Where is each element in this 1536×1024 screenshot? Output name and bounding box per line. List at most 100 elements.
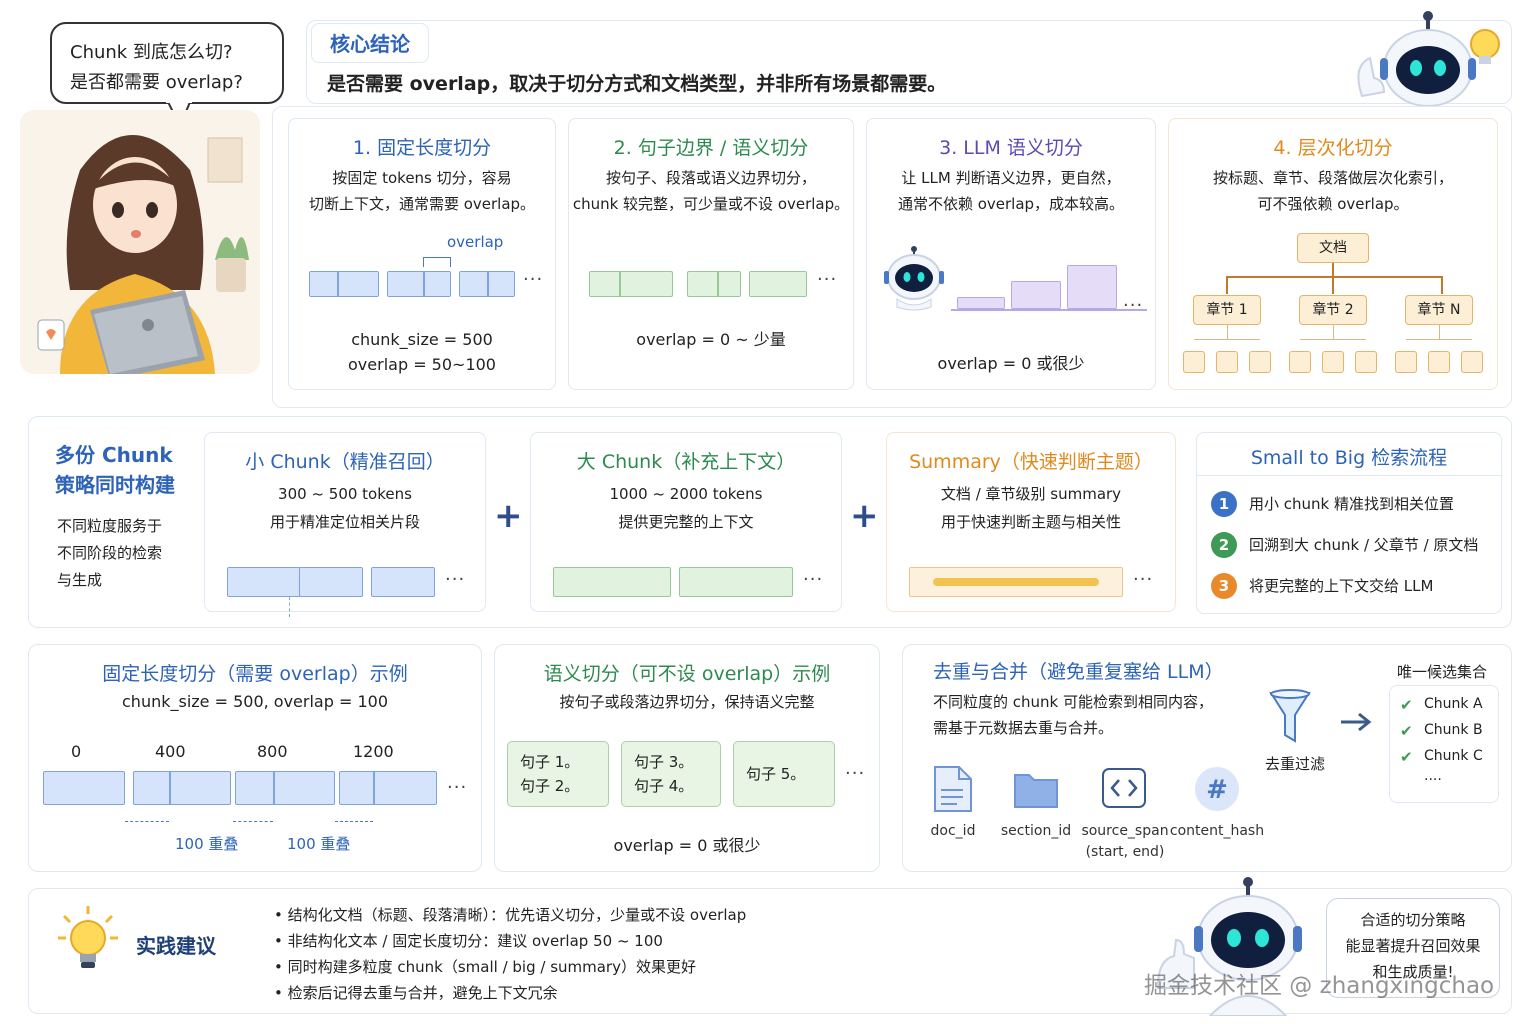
conclusion-tag-label: 核心结论 [330,32,410,56]
overlap-arrow-icon [125,821,169,822]
ellipsis: ··· [447,777,468,798]
param-1: overlap = 0 或很少 [937,354,1085,373]
ellipsis: ··· [445,569,466,590]
method-title: 1. 固定长度切分 [352,137,492,159]
document-icon [934,766,972,812]
ellipsis: ··· [845,763,866,784]
method-desc-2: chunk 较完整，可少量或不设 overlap。 [572,195,850,213]
candidate-item: Chunk B [1424,722,1483,738]
tree-leaf [1322,351,1344,373]
chunk-block [679,567,793,597]
robot-pointing-icon [1357,11,1500,107]
folder-icon [1014,774,1058,808]
step-badge: 1 [1211,491,1237,517]
big-chunk-line-2: 提供更完整的上下文 [618,513,754,531]
big-chunk-card: 大 Chunk（补充上下文） 1000 ~ 2000 tokens 提供更完整的… [530,432,842,612]
chunk-block [749,271,807,297]
method-title: 3. LLM 语义切分 [939,137,1083,159]
practice-item-text: 检索后记得去重与合并，避免上下文冗余 [287,984,558,1002]
method-desc-1: 按标题、章节、段落做层次化索引， [1212,169,1453,187]
lightbulb-icon [58,906,118,968]
ellipsis: ··· [1123,295,1144,316]
fixed-example-panel: 固定长度切分（需要 overlap）示例 chunk_size = 500, o… [28,644,482,872]
method-desc-2: 通常不依赖 overlap，成本较高。 [897,195,1125,213]
icon-label: source_span [1081,823,1169,839]
overlap-label: overlap [447,233,504,251]
multi-desc-1: 不同粒度服务于 [57,517,163,535]
code-icon [1102,768,1146,808]
chunk-block [299,567,363,597]
set-title: 唯一候选集合 [1397,663,1488,681]
tick-label: 1200 [353,742,394,761]
funnel-icon [1269,689,1311,743]
candidate-item: Chunk A [1424,696,1483,712]
multi-title-1: 多份 Chunk [55,443,173,467]
multi-desc-2: 不同阶段的检索 [57,544,163,562]
overlap-note-1: 100 重叠 [175,835,239,853]
chunk-block [235,771,335,805]
method-desc-1: 按句子、段落或语义边界切分， [605,169,816,187]
sentence-text: 句子 3。 [634,753,694,771]
check-icon: ✔ [1400,748,1413,766]
practice-item: • 同时构建多粒度 chunk（small / big / summary）效果… [274,958,696,976]
dedup-title: 去重与合并（避免重复塞给 LLM） [933,661,1224,683]
practice-list: • 结构化文档（标题、段落清晰）：优先语义切分，少量或不设 overlap • … [274,902,746,1006]
speech-line-2: 是否都需要 overlap? [70,72,243,93]
tree-leaf [1289,351,1311,373]
small-chunk-line-2: 用于精准定位相关片段 [269,513,420,531]
big-chunk-line-1: 1000 ~ 2000 tokens [609,485,763,503]
chunk-block [957,297,1005,309]
chunk-block [371,567,435,597]
step-text: 回溯到大 chunk / 父章节 / 原文档 [1249,536,1479,554]
conclusion-text: 是否需要 overlap，取决于切分方式和文档类型，并非所有场景都需要。 [327,73,947,95]
multi-title-2: 策略同时构建 [55,473,175,497]
chunk-block [133,771,231,805]
semantic-example-panel: 语义切分（可不设 overlap）示例 按句子或段落边界切分，保持语义完整 句子… [494,644,880,872]
step-badge: 2 [1211,532,1237,558]
practice-item-text: 同时构建多粒度 chunk（small / big / summary）效果更好 [287,958,696,976]
sentence-text: 句子 5。 [746,765,806,783]
tree-leaf [1461,351,1483,373]
bubble-line-1: 合适的切分策略 [1360,911,1466,929]
semantic-example-foot: overlap = 0 或很少 [613,836,761,855]
step-text: 将更完整的上下文交给 LLM [1249,577,1434,595]
icon-label: content_hash [1169,823,1265,839]
ellipsis: ··· [523,269,544,290]
step-text: 用小 chunk 精准找到相关位置 [1249,495,1454,513]
plus-icon: + [494,496,523,536]
big-chunk-title: 大 Chunk（补充上下文） [576,451,796,473]
tree-root: 文档 [1297,233,1369,263]
tick-label: 800 [257,742,288,761]
small-chunk-title: 小 Chunk（精准召回） [245,451,445,473]
method-title: 4. 层次化切分 [1273,137,1393,159]
param-1: overlap = 0 ~ 少量 [636,330,786,349]
summary-title: Summary（快速判断主题） [909,451,1153,473]
conclusion-tag: 核心结论 [311,23,429,63]
method-card-llm: 3. LLM 语义切分 让 LLM 判断语义边界，更自然， 通常不依赖 over… [866,118,1156,390]
check-icon: ✔ [1400,722,1413,740]
chunk-block [339,771,437,805]
practice-item-text: 非结构化文本 / 固定长度切分：建议 overlap 50 ~ 100 [287,932,663,950]
chunk-block [387,271,451,297]
tree-leaf [1183,351,1205,373]
summary-line-1: 文档 / 章节级别 summary [940,485,1122,503]
method-desc-2: 可不强依赖 overlap。 [1257,195,1409,213]
candidate-set: ✔ Chunk A ✔ Chunk B ✔ Chunk C .... [1389,685,1499,803]
tree-leaf [1249,351,1271,373]
icon-label-2: (start, end) [1085,844,1165,860]
method-card-sentence: 2. 句子边界 / 语义切分 按句子、段落或语义边界切分， chunk 较完整，… [568,118,854,390]
tree-node: 章节 2 [1299,295,1367,325]
icon-label: doc_id [930,823,976,839]
chunk-block [589,271,673,297]
chunk-block [1011,281,1061,309]
method-card-fixed: 1. 固定长度切分 按固定 tokens 切分，容易 切断上下文，通常需要 ov… [288,118,556,390]
sentence-text: 句子 4。 [634,777,694,795]
robot-small-icon [884,246,944,311]
practice-item: • 结构化文档（标题、段落清晰）：优先语义切分，少量或不设 overlap [274,906,747,924]
dedup-desc-2: 需基于元数据去重与合并。 [933,719,1114,737]
overlap-arrow-icon [335,821,373,822]
practice-item-text: 结构化文档（标题、段落清晰）：优先语义切分，少量或不设 overlap [287,906,747,924]
filter-label: 去重过滤 [1265,755,1326,773]
multi-desc-3: 与生成 [57,571,103,589]
chunk-block [309,271,379,297]
